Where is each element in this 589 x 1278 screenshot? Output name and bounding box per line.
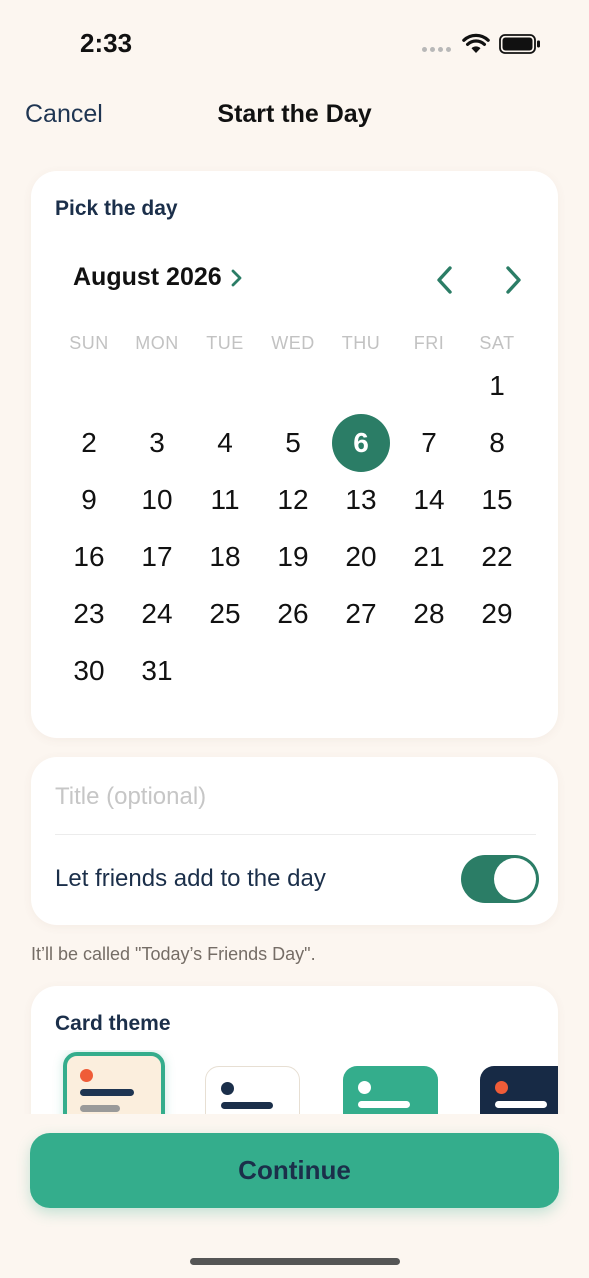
weekday-label: SUN — [69, 333, 109, 353]
previous-month-button[interactable] — [431, 263, 459, 297]
chevron-right-icon — [231, 269, 242, 286]
calendar-day[interactable]: 5 — [263, 414, 323, 471]
details-card: Let friends add to the day — [31, 757, 558, 925]
calendar-days-grid: 1 2 3 4 5 6 7 8 9 10 11 12 13 14 15 16 1… — [55, 357, 535, 699]
calendar-day[interactable]: 28 — [399, 585, 459, 642]
calendar-card: Pick the day August 2026 SUN MON TUE WED… — [31, 171, 558, 738]
friends-toggle-label: Let friends add to the day — [55, 865, 326, 892]
calendar-day[interactable]: 20 — [331, 528, 391, 585]
weekday-label: WED — [271, 333, 315, 353]
calendar-day[interactable]: 3 — [127, 414, 187, 471]
nav-bar: Cancel Start the Day — [0, 92, 589, 138]
signal-dots-icon — [422, 47, 451, 52]
calendar-day[interactable]: 21 — [399, 528, 459, 585]
theme-dot — [80, 1069, 93, 1082]
theme-bar — [495, 1101, 547, 1108]
calendar-day[interactable]: 12 — [263, 471, 323, 528]
calendar-day[interactable]: 15 — [467, 471, 527, 528]
status-time: 2:33 — [80, 28, 133, 58]
wifi-icon — [462, 33, 490, 53]
calendar-day[interactable]: 31 — [127, 642, 187, 699]
theme-bar — [80, 1105, 120, 1112]
calendar-day[interactable]: 14 — [399, 471, 459, 528]
calendar-day[interactable]: 13 — [331, 471, 391, 528]
calendar-day[interactable]: 26 — [263, 585, 323, 642]
title-input[interactable] — [55, 775, 535, 819]
friends-toggle[interactable] — [461, 855, 539, 903]
toggle-knob — [494, 858, 536, 900]
theme-heading: Card theme — [55, 1012, 171, 1035]
theme-bar — [221, 1102, 273, 1109]
calendar-day[interactable]: 30 — [59, 642, 119, 699]
weekday-header: SUN MON TUE WED THU FRI SAT — [55, 333, 535, 357]
home-indicator — [190, 1258, 400, 1265]
bottom-panel: Continue — [0, 1114, 589, 1278]
calendar-day[interactable]: 11 — [195, 471, 255, 528]
weekday-label: MON — [135, 333, 179, 353]
calendar-heading: Pick the day — [55, 197, 178, 220]
battery-icon — [499, 34, 540, 54]
calendar-day[interactable]: 29 — [467, 585, 527, 642]
calendar-day[interactable]: 22 — [467, 528, 527, 585]
calendar-day[interactable]: 7 — [399, 414, 459, 471]
theme-dot — [358, 1081, 371, 1094]
weekday-label: THU — [341, 333, 381, 353]
calendar-day[interactable]: 9 — [59, 471, 119, 528]
weekday-label: FRI — [413, 333, 445, 353]
calendar-day[interactable]: 19 — [263, 528, 323, 585]
calendar-day[interactable]: 25 — [195, 585, 255, 642]
calendar-day[interactable]: 1 — [467, 357, 527, 414]
weekday-label: SAT — [479, 333, 515, 353]
status-bar: 2:33 — [0, 0, 589, 88]
theme-dot — [221, 1082, 234, 1095]
calendar-day[interactable]: 16 — [59, 528, 119, 585]
calendar-day[interactable]: 17 — [127, 528, 187, 585]
calendar-day[interactable]: 24 — [127, 585, 187, 642]
helper-text: It’ll be called "Today’s Friends Day". — [31, 944, 316, 964]
page-title: Start the Day — [217, 100, 372, 128]
theme-bar — [358, 1101, 410, 1108]
theme-bar — [80, 1089, 134, 1096]
calendar-day[interactable]: 8 — [467, 414, 527, 471]
calendar-day[interactable]: 4 — [195, 414, 255, 471]
calendar-day[interactable]: 27 — [331, 585, 391, 642]
continue-button[interactable]: Continue — [30, 1133, 559, 1208]
month-picker-button[interactable]: August 2026 — [73, 263, 244, 292]
month-label: August 2026 — [73, 263, 222, 291]
calendar-day-selected[interactable]: 6 — [331, 414, 391, 472]
weekday-label: TUE — [206, 333, 244, 353]
calendar-day[interactable]: 2 — [59, 414, 119, 471]
calendar-day[interactable]: 10 — [127, 471, 187, 528]
theme-dot — [495, 1081, 508, 1094]
calendar-day[interactable]: 18 — [195, 528, 255, 585]
calendar-day[interactable]: 23 — [59, 585, 119, 642]
next-month-button[interactable] — [499, 263, 527, 297]
divider — [55, 834, 536, 835]
